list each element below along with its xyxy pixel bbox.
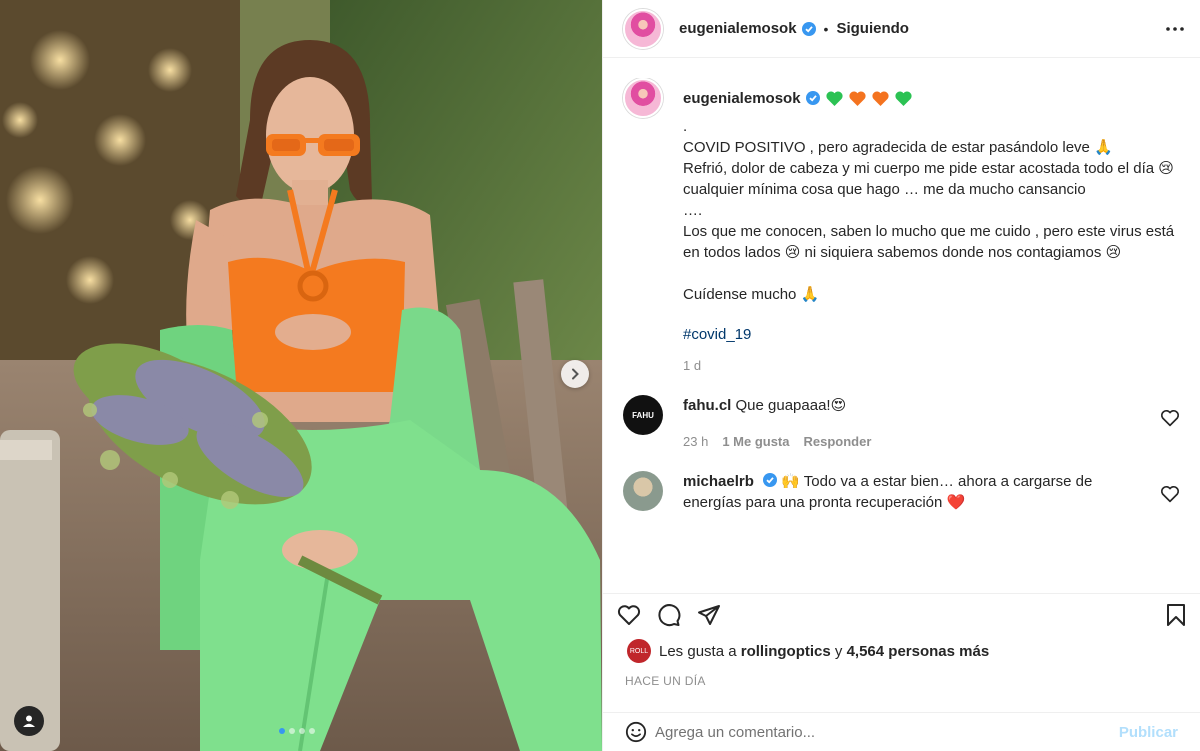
post-timestamp[interactable]: HACE UN DÍA [617,674,1186,688]
heart-outline-icon [1160,486,1180,503]
carousel-dot-active [279,728,285,734]
caption-avatar[interactable] [623,78,663,118]
verified-badge-icon [763,473,778,487]
comment-likes[interactable]: 1 Me gusta [722,434,789,449]
caption-hearts [825,90,912,106]
commenter-username[interactable]: michaelrb [683,473,754,490]
heart-outline-icon [617,605,641,625]
likes-prefix: Les gusta a [659,642,737,660]
like-post-button[interactable] [617,604,641,626]
post-header: eugenialemosok • Siguiendo [603,0,1200,58]
carousel-indicator [279,728,315,734]
likes-summary: ROLL Les gusta a rollingoptics y 4,564 p… [617,636,1186,666]
commenter-avatar[interactable]: FAHU [623,395,663,435]
post-actions: ROLL Les gusta a rollingoptics y 4,564 p… [603,593,1200,688]
comment-icon [658,604,681,627]
commenter-avatar[interactable] [623,471,663,511]
orange-heart-icon [871,90,889,106]
post-details-panel: eugenialemosok • Siguiendo eugenialemoso… [602,0,1200,751]
carousel-dot [309,728,315,734]
caption-time[interactable]: 1 d [683,358,1180,373]
photo-illustration [0,0,602,751]
like-comment-button[interactable] [1160,485,1180,508]
emoji-picker-button[interactable] [625,721,647,743]
likes-conj: y [834,642,843,660]
caption-text: . COVID POSITIVO , pero agradecida de es… [683,118,1175,303]
orange-heart-icon [848,90,866,106]
verified-badge-icon [805,91,820,105]
liker-username[interactable]: rollingoptics [741,643,831,660]
post-photo[interactable] [0,0,602,751]
heart-outline-icon [1160,410,1180,427]
comment-item: FAHU fahu.cl Que guapaaa!😍 23 h 1 Me gus… [623,395,1180,449]
likes-count[interactable]: 4,564 personas más [847,643,990,660]
save-post-button[interactable] [1166,603,1186,627]
liker-avatar[interactable]: ROLL [627,639,651,663]
header-separator: • [823,20,829,37]
like-comment-button[interactable] [1160,409,1180,432]
chevron-right-icon [572,368,579,380]
comment-text: Que guapaaa!😍 [735,397,847,414]
more-options-button[interactable] [1166,26,1184,31]
following-button[interactable]: Siguiendo [836,20,909,37]
user-icon [23,715,35,727]
add-comment-bar: Publicar [603,712,1200,751]
green-heart-icon [825,90,843,106]
comment-time[interactable]: 23 h [683,434,708,449]
comments-list[interactable]: eugenialemosok . COVID POSITIVO , pero a… [603,78,1200,592]
commenter-username[interactable]: fahu.cl [683,397,731,414]
tagged-users-button[interactable] [14,706,44,736]
author-username[interactable]: eugenialemosok [679,20,797,37]
bookmark-icon [1167,604,1185,626]
comment-input[interactable] [655,723,1119,741]
comment-post-button[interactable] [657,603,681,627]
carousel-dot [289,728,295,734]
verified-badge-icon [801,21,816,36]
caption-username[interactable]: eugenialemosok [683,90,801,107]
green-heart-icon [894,90,912,106]
hashtag-link[interactable]: #covid_19 [683,326,1180,343]
caption: eugenialemosok . COVID POSITIVO , pero a… [623,78,1180,373]
share-post-button[interactable] [697,604,721,626]
more-horizontal-icon [1166,26,1184,31]
smiley-icon [625,721,647,743]
carousel-dot [299,728,305,734]
comment-item: michaelrb 🙌 Todo va a estar bien… ahora … [623,471,1180,513]
send-icon [698,605,720,625]
author-avatar[interactable] [623,8,663,49]
publish-button[interactable]: Publicar [1119,724,1178,741]
reply-button[interactable]: Responder [804,434,872,449]
next-photo-button[interactable] [561,360,589,388]
